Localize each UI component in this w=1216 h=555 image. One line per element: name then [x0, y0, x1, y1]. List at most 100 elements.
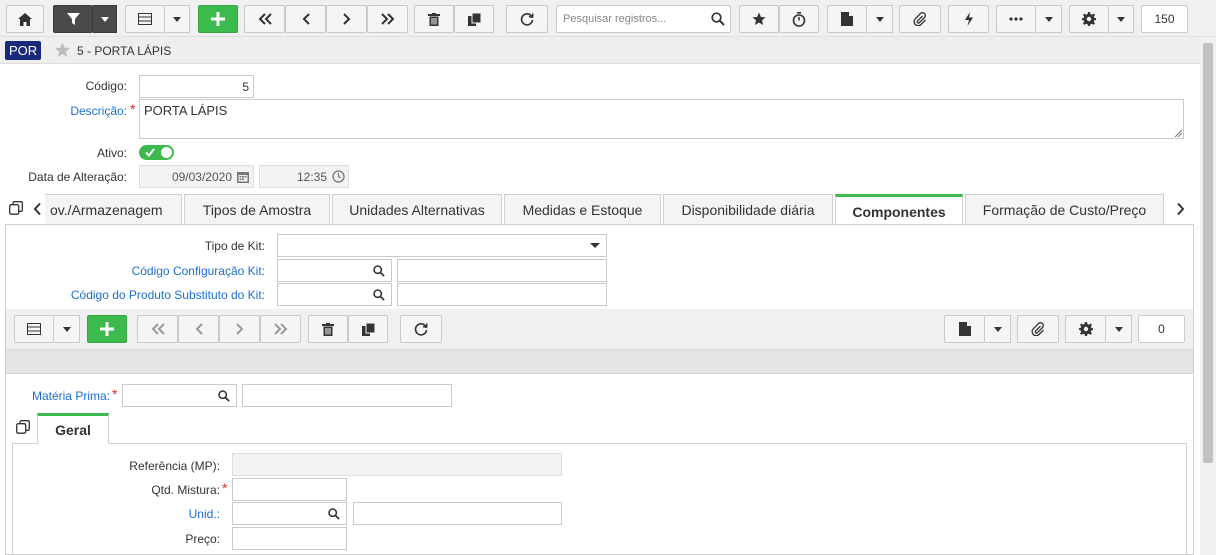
- tabs-scroll-right-icon[interactable]: [1176, 202, 1185, 216]
- report-button[interactable]: [944, 315, 985, 343]
- materia-prima-description[interactable]: [242, 384, 452, 407]
- previous-record-button[interactable]: [285, 5, 326, 33]
- delete-button[interactable]: [308, 315, 348, 343]
- tab-armazenagem[interactable]: ov./Armazenagem: [45, 194, 182, 225]
- filter-dropdown[interactable]: [93, 5, 117, 33]
- unid-description[interactable]: [353, 502, 562, 525]
- filter-button[interactable]: [53, 5, 93, 33]
- grid-view-button[interactable]: [125, 5, 165, 33]
- preco-field[interactable]: [232, 527, 347, 550]
- settings-dropdown[interactable]: [1109, 5, 1134, 33]
- tab-disponibilidade-diaria[interactable]: Disponibilidade diária: [663, 194, 833, 225]
- ativo-label: Ativo:: [96, 146, 127, 160]
- codigo-value: 5: [242, 80, 249, 94]
- first-record-button[interactable]: [244, 5, 285, 33]
- referencia-field: [232, 453, 562, 476]
- attach-button[interactable]: [899, 5, 941, 33]
- next-record-button[interactable]: [326, 5, 367, 33]
- settings-button[interactable]: [1069, 5, 1109, 33]
- page-scrollbar[interactable]: [1200, 37, 1216, 555]
- chevron-down-icon: [62, 326, 71, 332]
- materia-prima-label[interactable]: Matéria Prima:: [20, 389, 110, 403]
- codigo-config-kit-description[interactable]: [397, 259, 607, 282]
- search-icon[interactable]: [218, 390, 230, 402]
- tab-componentes[interactable]: Componentes: [835, 194, 963, 226]
- settings-button[interactable]: [1065, 315, 1106, 343]
- delete-button[interactable]: [414, 5, 454, 33]
- search-icon[interactable]: [328, 508, 340, 520]
- codigo-substituto-description[interactable]: [397, 283, 607, 306]
- tabs-scroll-left-icon[interactable]: [33, 202, 42, 216]
- chevron-left-icon: [195, 323, 203, 335]
- resize-handle-icon[interactable]: [1174, 129, 1182, 137]
- chevron-down-icon: [1117, 16, 1125, 22]
- descricao-field[interactable]: PORTA LÁPIS: [139, 99, 1184, 139]
- search-icon[interactable]: [373, 265, 385, 277]
- copy-icon: [467, 12, 481, 26]
- next-record-button[interactable]: [219, 315, 260, 343]
- more-dropdown[interactable]: [1036, 5, 1062, 33]
- grid-record-count: 0: [1138, 315, 1185, 343]
- unid-label[interactable]: Unid.:: [100, 507, 220, 521]
- search-input[interactable]: [557, 6, 707, 32]
- descricao-label[interactable]: Descrição:: [40, 104, 127, 118]
- first-record-button[interactable]: [137, 315, 178, 343]
- qtd-mistura-field[interactable]: [232, 478, 347, 501]
- favorite-button[interactable]: [739, 5, 779, 33]
- report-button[interactable]: [827, 5, 867, 33]
- tipo-kit-select[interactable]: [277, 234, 607, 257]
- unid-field[interactable]: [232, 502, 347, 525]
- previous-record-button[interactable]: [178, 315, 219, 343]
- codigo-config-kit-field[interactable]: [277, 259, 392, 282]
- copy-button[interactable]: [348, 315, 388, 343]
- favorite-star-icon[interactable]: [54, 42, 71, 58]
- more-button[interactable]: [996, 5, 1036, 33]
- last-record-button[interactable]: [367, 5, 408, 33]
- add-button[interactable]: [198, 5, 238, 33]
- codigo-substituto-field[interactable]: [277, 283, 392, 306]
- qtd-mistura-label: Qtd. Mistura:: [151, 483, 220, 497]
- grid-view-dropdown[interactable]: [165, 5, 190, 33]
- last-record-button[interactable]: [260, 315, 301, 343]
- attach-button[interactable]: [1017, 315, 1059, 343]
- scrollbar-thumb[interactable]: [1203, 43, 1213, 463]
- refresh-icon: [520, 13, 534, 26]
- tab-geral[interactable]: Geral: [37, 413, 109, 444]
- tab-tipos-de-amostra[interactable]: Tipos de Amostra: [184, 194, 330, 225]
- tab-medidas-e-estoque[interactable]: Medidas e Estoque: [504, 194, 661, 225]
- document-icon: [841, 12, 853, 26]
- search-box[interactable]: [556, 5, 731, 33]
- referencia-label: Referência (MP):: [129, 459, 220, 473]
- grid-view-dropdown[interactable]: [54, 315, 80, 343]
- settings-dropdown[interactable]: [1106, 315, 1132, 343]
- tab-formacao-de-custo-preco[interactable]: Formação de Custo/Preço: [965, 194, 1164, 225]
- data-alteracao-field: 09/03/2020: [139, 165, 254, 188]
- module-badge: POR: [5, 41, 42, 60]
- report-dropdown[interactable]: [867, 5, 893, 33]
- report-dropdown[interactable]: [985, 315, 1011, 343]
- codigo-substituto-label[interactable]: Código do Produto Substituto do Kit:: [40, 288, 265, 302]
- search-icon[interactable]: [373, 289, 385, 301]
- check-icon: [145, 148, 155, 157]
- quick-action-button[interactable]: [948, 5, 989, 33]
- componentes-grid-header: [6, 349, 1193, 374]
- paperclip-icon: [1031, 322, 1044, 336]
- materia-prima-field[interactable]: [122, 384, 237, 407]
- copy-tabs-icon[interactable]: [9, 201, 23, 215]
- page: 150 POR 5 - PORTA LÁPIS Código: 5 Descri…: [0, 0, 1216, 555]
- copy-tabs-icon[interactable]: [16, 420, 30, 434]
- codigo-field[interactable]: 5: [139, 75, 254, 98]
- ativo-toggle[interactable]: [139, 145, 174, 160]
- refresh-button[interactable]: [506, 5, 548, 33]
- chevron-down-icon: [100, 16, 109, 22]
- grid-view-button[interactable]: [14, 315, 54, 343]
- home-button[interactable]: [6, 5, 44, 33]
- copy-button[interactable]: [454, 5, 494, 33]
- trash-icon: [322, 322, 334, 336]
- tab-unidades-alternativas[interactable]: Unidades Alternativas: [332, 194, 502, 225]
- codigo-config-kit-label[interactable]: Código Configuração Kit:: [100, 264, 265, 278]
- refresh-button[interactable]: [400, 315, 442, 343]
- add-component-button[interactable]: [87, 315, 127, 343]
- timer-button[interactable]: [779, 5, 819, 33]
- search-icon[interactable]: [711, 12, 725, 26]
